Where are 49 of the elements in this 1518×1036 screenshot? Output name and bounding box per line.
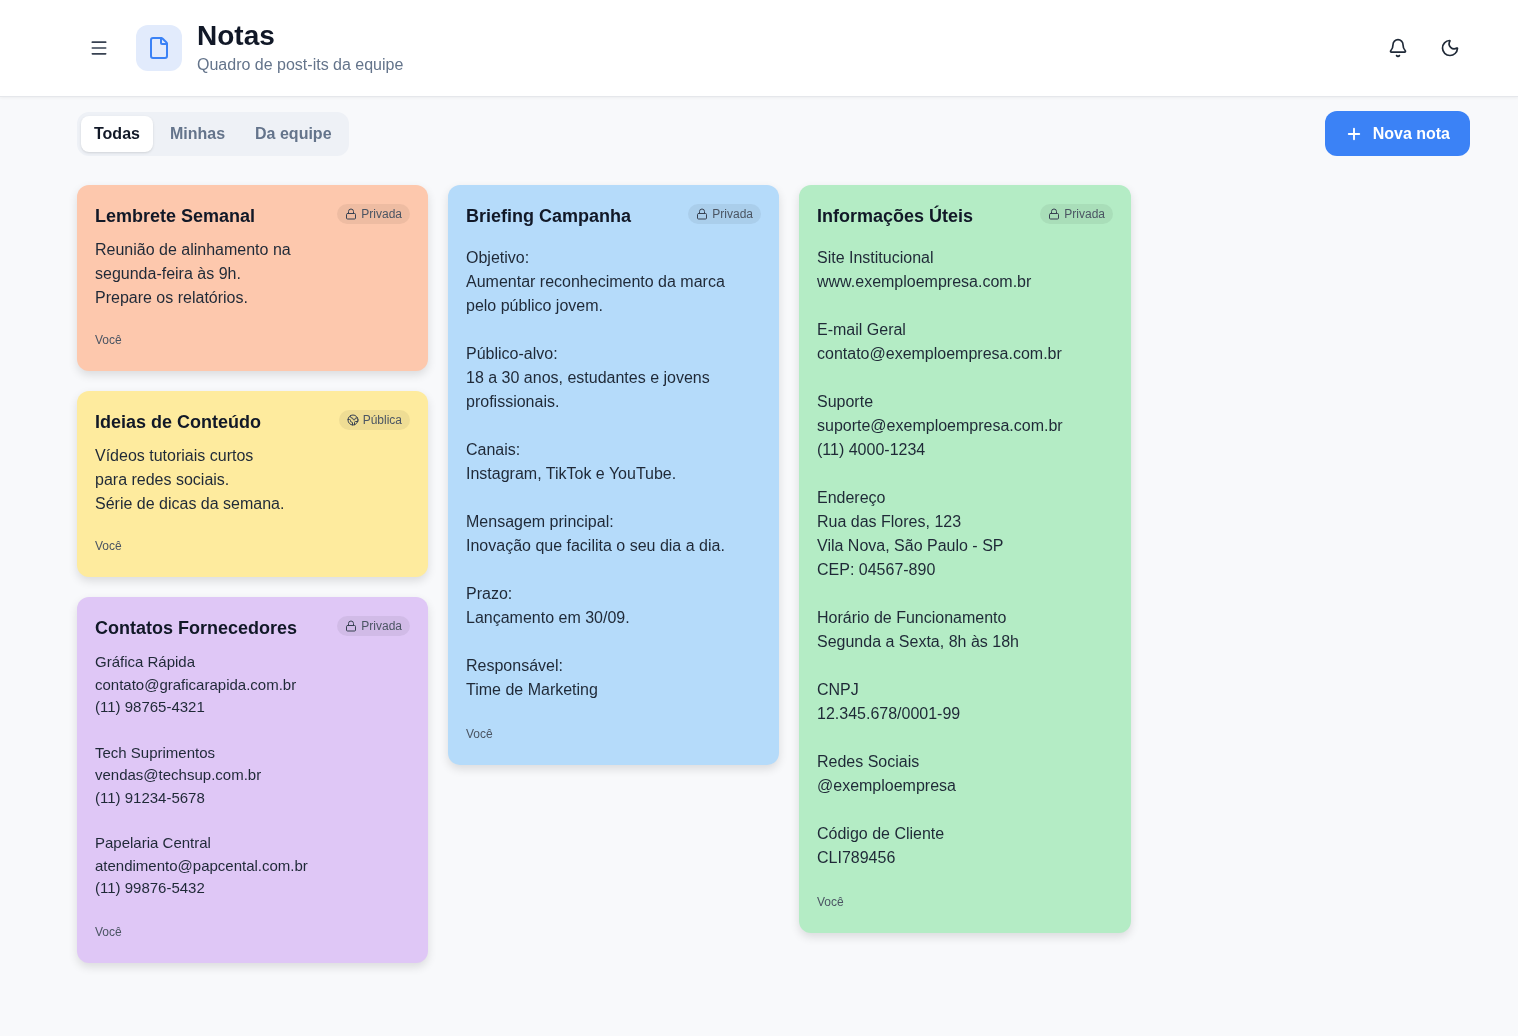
page-subtitle: Quadro de post-its da equipe (197, 55, 404, 75)
note-text: Prazo: Lançamento em 30/09. (466, 584, 631, 628)
new-note-button[interactable]: Nova nota (1324, 111, 1470, 156)
note-text: Horário de Funcionamento Segunda a Sexta, 8h às 18h (817, 608, 1020, 652)
note-text: Mensagem principal: Inovação que facilita o seu dia a dia. (466, 512, 726, 556)
note-text: Objetivo: Aumentar reconhecimento da marca pelo público jovem. (466, 248, 726, 316)
note-text: Endereço Rua das Flores, 123 Vila Nova, São Paulo - SP CEP: 04567-890 (817, 488, 1005, 580)
badge-label: Pública (362, 412, 402, 428)
lock-icon (345, 620, 358, 632)
note-author: Você (817, 894, 844, 910)
lock-icon (345, 208, 358, 220)
note-text: Papelaria Central atendimento@papcental.com.br (11) 99876-5432 (95, 833, 309, 898)
note-author: Você (95, 923, 122, 940)
page-title: Notas (197, 19, 276, 53)
note-text: Site Institucional www.exemploempresa.com.br (817, 248, 1033, 292)
document-icon (147, 36, 171, 60)
lock-icon (1048, 208, 1061, 220)
note-text: Responsável: Time de Marketing (466, 656, 599, 700)
note-text: Suporte suporte@exemploempresa.com.br (11) 4000-1234 (817, 392, 1064, 460)
note-title: Lembrete Semanal (95, 205, 256, 228)
badge-label: Privada (361, 206, 402, 222)
note-title: Briefing Campanha (466, 205, 632, 228)
filter-tab[interactable]: Todas (81, 115, 153, 152)
note-title: Informações Úteis (817, 204, 974, 228)
note-author: Você (95, 332, 122, 348)
note-text: Tech Suprimentos vendas@techsup.com.br (11) 91234-5678 (95, 742, 263, 808)
filter-tab[interactable]: Minhas (156, 115, 239, 152)
note-text: Gráfica Rápida contato@graficarapida.com.br (11) 98765-4321 (95, 652, 298, 717)
bell-icon (1388, 38, 1408, 58)
note-author: Você (466, 726, 493, 742)
moon-icon (1440, 38, 1460, 58)
note-text: Redes Sociais @exemploempresa (817, 752, 957, 796)
note-text: Código de Cliente CLI789456 (817, 824, 946, 868)
note-text: E-mail Geral contato@exemploempresa.com.br (817, 320, 1063, 364)
badge-label: Privada (1064, 206, 1105, 222)
badge-label: Privada (712, 206, 753, 222)
note-text: Canais: Instagram, TikTok e YouTube. (466, 440, 678, 484)
note-title: Contatos Fornecedores (95, 617, 298, 640)
note-text: CNPJ 12.345.678/0001-99 (817, 680, 962, 724)
note-text: Público-alvo: 18 a 30 anos, estudantes e jovens profissionais. (466, 344, 711, 412)
menu-icon (89, 38, 109, 58)
note-text: Vídeos tutoriais curtos para redes sociais. Série de dicas da semana. (95, 446, 286, 514)
filter-tab[interactable]: Da equipe (242, 115, 345, 152)
globe-icon (346, 414, 359, 426)
note-author: Você (95, 538, 122, 554)
note-text: Reunião de alinhamento na segunda-feira às 9h. Prepare os relatórios. (95, 240, 292, 308)
note-title: Ideias de Conteúdo (95, 411, 262, 434)
badge-label: Privada (361, 618, 402, 634)
lock-icon (696, 208, 709, 220)
